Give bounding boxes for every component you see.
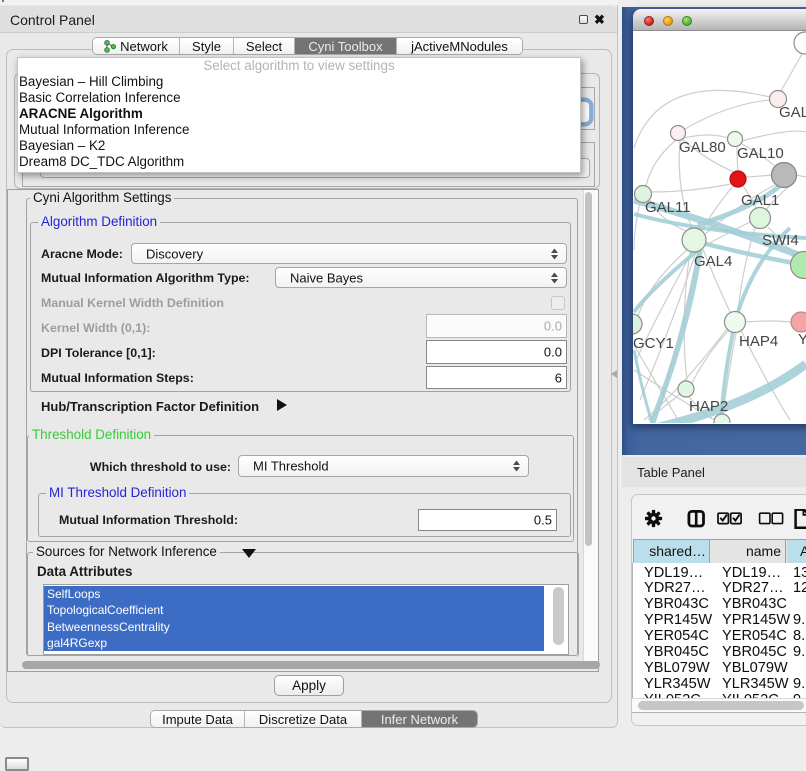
svg-text:YE: YE bbox=[798, 331, 806, 348]
svg-text:GAL1: GAL1 bbox=[741, 192, 779, 209]
svg-text:GAL7: GAL7 bbox=[779, 104, 806, 121]
svg-text:GAL4: GAL4 bbox=[694, 253, 732, 270]
svg-text:GCY1: GCY1 bbox=[633, 335, 674, 352]
svg-text:GAL11: GAL11 bbox=[645, 199, 691, 216]
svg-text:GAL10: GAL10 bbox=[737, 145, 784, 162]
svg-text:GAL80: GAL80 bbox=[679, 139, 726, 156]
svg-text:HAP2: HAP2 bbox=[689, 398, 728, 415]
svg-text:HAP4: HAP4 bbox=[739, 333, 778, 350]
svg-text:SWI4: SWI4 bbox=[762, 232, 799, 249]
